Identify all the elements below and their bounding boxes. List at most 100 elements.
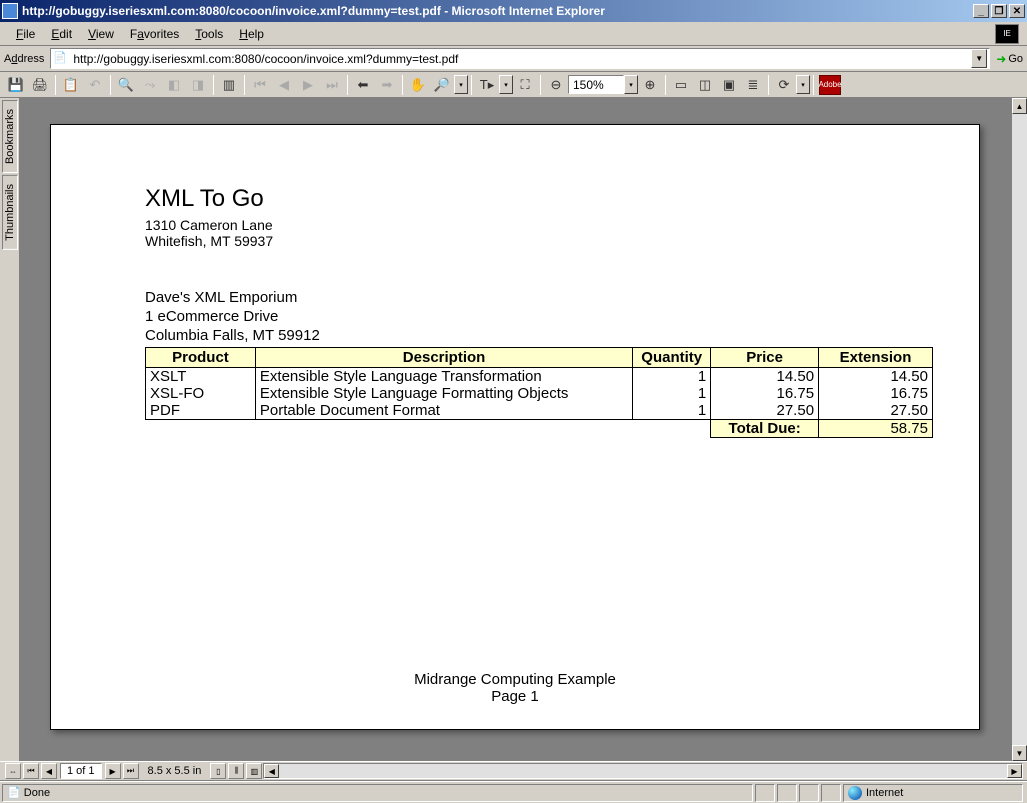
next-page-icon[interactable]: ▶	[297, 74, 319, 96]
page-holder[interactable]: XML To Go 1310 Cameron Lane Whitefish, M…	[20, 98, 1011, 761]
done-icon: 📄	[7, 786, 21, 799]
zoom-dropdown[interactable]: ▾	[624, 75, 638, 94]
forward-icon[interactable]: ➡	[376, 74, 398, 96]
total-value: 58.75	[819, 420, 933, 438]
reflow-icon[interactable]: ≣	[742, 74, 764, 96]
company-city: Whitefish, MT 59937	[145, 233, 979, 249]
fit-width-icon[interactable]: ▣	[718, 74, 740, 96]
last-page-icon[interactable]: ⏭	[321, 74, 343, 96]
cell-product: XSL-FO	[146, 385, 256, 402]
tab-bookmarks[interactable]: Bookmarks	[2, 100, 18, 173]
window-titlebar: http://gobuggy.iseriesxml.com:8080/cocoo…	[0, 0, 1027, 22]
menu-favorites[interactable]: Favorites	[122, 25, 187, 43]
status-pane-3	[799, 784, 819, 802]
close-button[interactable]: ✕	[1009, 4, 1025, 18]
snapshot-icon[interactable]: ⛶	[514, 74, 536, 96]
cell-price: 14.50	[711, 368, 819, 386]
menu-edit[interactable]: Edit	[43, 25, 80, 43]
cell-description: Portable Document Format	[255, 402, 632, 420]
col-quantity: Quantity	[633, 348, 711, 368]
status-text: 📄 Done	[2, 784, 753, 802]
find-icon[interactable]: 🔍	[115, 74, 137, 96]
address-dropdown[interactable]: ▼	[971, 49, 987, 68]
status-next-page-icon[interactable]: ▶	[105, 763, 121, 779]
continuous-icon[interactable]: ⫼	[228, 763, 244, 779]
scroll-left-icon[interactable]: ◀	[264, 764, 279, 778]
minimize-button[interactable]: _	[973, 4, 989, 18]
menu-view[interactable]: View	[80, 25, 122, 43]
tab-thumbnails[interactable]: Thumbnails	[2, 175, 18, 250]
facing-icon[interactable]: ▥	[246, 763, 262, 779]
table-row: XSL-FOExtensible Style Language Formatti…	[146, 385, 933, 402]
zoom-out-icon[interactable]: ⊖	[545, 74, 567, 96]
cell-quantity: 1	[633, 385, 711, 402]
scroll-down-icon[interactable]: ▼	[1012, 745, 1027, 761]
text-select-icon[interactable]: T▸	[476, 74, 498, 96]
table-row: XSLTExtensible Style Language Transforma…	[146, 368, 933, 386]
text-select-dropdown[interactable]: ▾	[499, 75, 513, 94]
undo-icon[interactable]: ↶	[84, 74, 106, 96]
ie-throbber-icon: IE	[995, 24, 1019, 44]
pdf-page: XML To Go 1310 Cameron Lane Whitefish, M…	[50, 124, 980, 730]
save-icon[interactable]: 💾	[5, 74, 27, 96]
cell-description: Extensible Style Language Transformation	[255, 368, 632, 386]
status-last-page-icon[interactable]: ⏭	[123, 763, 139, 779]
company-street: 1310 Cameron Lane	[145, 217, 979, 233]
zoom-in-icon[interactable]: ⊕	[639, 74, 661, 96]
status-pane-1	[755, 784, 775, 802]
ie-status-bar: 📄 Done Internet	[0, 781, 1027, 803]
next-item-icon[interactable]: ◨	[187, 74, 209, 96]
status-prev-page-icon[interactable]: ◀	[41, 763, 57, 779]
menu-tools[interactable]: Tools	[187, 25, 231, 43]
scroll-up-icon[interactable]: ▲	[1012, 98, 1027, 114]
billto-street: 1 eCommerce Drive	[145, 308, 979, 327]
find-next-icon[interactable]: ⤳	[139, 74, 161, 96]
cell-product: PDF	[146, 402, 256, 420]
col-price: Price	[711, 348, 819, 368]
go-button[interactable]: Go	[996, 52, 1023, 66]
menu-file[interactable]: File	[8, 25, 43, 43]
first-page-icon[interactable]: ⏮	[249, 74, 271, 96]
scroll-right-icon[interactable]: ▶	[1007, 764, 1022, 778]
menu-help[interactable]: Help	[231, 25, 272, 43]
col-extension: Extension	[819, 348, 933, 368]
single-page-icon[interactable]: ▯	[210, 763, 226, 779]
rotate-dropdown[interactable]: ▾	[796, 75, 810, 94]
rotate-icon[interactable]: ⟳	[773, 74, 795, 96]
page-indicator[interactable]: 1 of 1	[60, 763, 102, 779]
address-label: Address	[4, 53, 44, 65]
address-input[interactable]	[73, 52, 971, 66]
hand-tool-icon[interactable]: ✋	[407, 74, 429, 96]
fit-page-icon[interactable]: ◫	[694, 74, 716, 96]
adobe-logo-icon: Adobe	[819, 75, 841, 95]
billto-city: Columbia Falls, MT 59912	[145, 327, 979, 346]
print-icon[interactable]: 🖨	[29, 74, 51, 96]
copy-icon[interactable]: 📋	[60, 74, 82, 96]
cell-extension: 16.75	[819, 385, 933, 402]
cell-quantity: 1	[633, 368, 711, 386]
maximize-button[interactable]: ❐	[991, 4, 1007, 18]
invoice-table: Product Description Quantity Price Exten…	[145, 347, 933, 438]
back-icon[interactable]: ⬅	[352, 74, 374, 96]
zoom-tool-dropdown[interactable]: ▾	[454, 75, 468, 94]
actual-size-icon[interactable]: ▭	[670, 74, 692, 96]
vertical-scrollbar[interactable]: ▲ ▼	[1011, 98, 1027, 761]
page-dimensions: 8.5 x 5.5 in	[148, 765, 202, 777]
pane-toggle-icon[interactable]: ⇔	[5, 763, 21, 779]
prev-item-icon[interactable]: ◧	[163, 74, 185, 96]
company-name: XML To Go	[145, 185, 979, 213]
cell-extension: 27.50	[819, 402, 933, 420]
billto-name: Dave's XML Emporium	[145, 289, 979, 308]
status-pane-4	[821, 784, 841, 802]
horizontal-scrollbar[interactable]: ◀ ▶	[263, 763, 1023, 779]
zoom-tool-icon[interactable]: 🔎	[431, 74, 453, 96]
page-footer-1: Midrange Computing Example	[51, 671, 979, 688]
prev-page-icon[interactable]: ◀	[273, 74, 295, 96]
status-first-page-icon[interactable]: ⏮	[23, 763, 39, 779]
security-zone: Internet	[843, 784, 1023, 802]
show-nav-icon[interactable]: ▥	[218, 74, 240, 96]
table-row: PDFPortable Document Format127.5027.50	[146, 402, 933, 420]
zoom-field[interactable]: 150%	[568, 75, 624, 94]
status-pane-2	[777, 784, 797, 802]
globe-icon	[848, 786, 862, 800]
